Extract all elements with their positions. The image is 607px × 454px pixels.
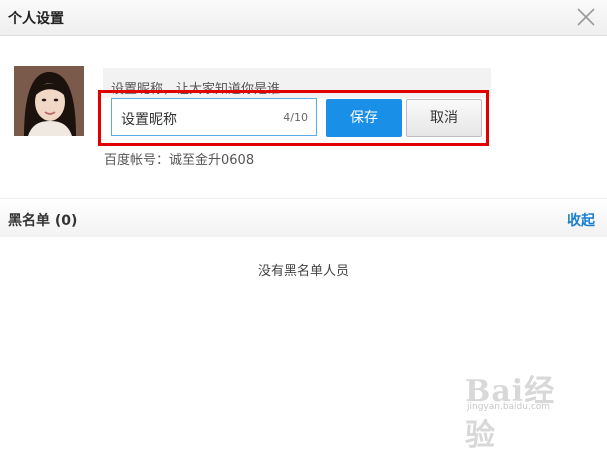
blacklist-header: 黑名单 (0) 收起 <box>0 198 607 237</box>
baidu-jingyan-watermark: Bai经验 jingyan.baidu.com <box>465 366 575 453</box>
collapse-link[interactable]: 收起 <box>567 210 595 230</box>
close-icon <box>577 8 595 26</box>
dialog-title: 个人设置 <box>8 11 64 27</box>
cancel-button[interactable]: 取消 <box>406 99 482 137</box>
dialog-title-bar: 个人设置 <box>0 0 607 36</box>
account-label: 百度帐号：诚至金升0608 <box>104 153 255 168</box>
nickname-input[interactable]: 设置昵称 4/10 <box>111 98 317 136</box>
nickname-char-count: 4/10 <box>283 111 308 124</box>
avatar-image <box>14 66 84 136</box>
watermark-url: jingyan.baidu.com <box>467 402 551 412</box>
blacklist-empty-message: 没有黑名单人员 <box>257 264 349 279</box>
save-button[interactable]: 保存 <box>326 99 402 137</box>
blacklist-title: 黑名单 (0) <box>8 213 78 229</box>
close-button[interactable] <box>575 6 597 28</box>
nickname-value: 设置昵称 <box>121 112 177 128</box>
avatar[interactable] <box>14 66 84 136</box>
